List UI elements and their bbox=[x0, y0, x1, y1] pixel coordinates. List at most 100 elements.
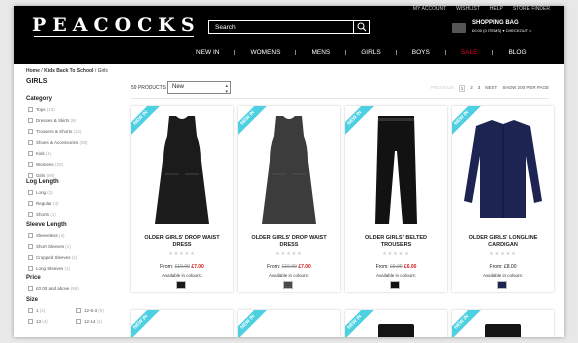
checkbox[interactable] bbox=[28, 244, 33, 249]
filter-sleeve-length-option[interactable]: Long Sleeves (1) bbox=[28, 265, 70, 272]
filter-size-option[interactable]: 12-5-3 (5) bbox=[76, 307, 104, 314]
checkbox[interactable] bbox=[28, 173, 33, 178]
filter-category-option[interactable]: Dresses & Skirts (9) bbox=[28, 117, 76, 124]
cardigan-image[interactable] bbox=[452, 106, 554, 231]
filter-sleeve-length-heading: Sleeve Length bbox=[26, 222, 67, 228]
breadcrumb-home[interactable]: Home bbox=[26, 68, 40, 74]
filter-log-length-option[interactable]: Long (2) bbox=[28, 189, 53, 196]
checkbox[interactable] bbox=[28, 162, 33, 167]
trousers-image[interactable] bbox=[345, 106, 447, 231]
pagination-previous[interactable]: PREVIOUS bbox=[430, 85, 453, 92]
search-button[interactable] bbox=[353, 21, 369, 33]
product-name[interactable]: OLDER GIRLS' BELTED TROUSERS bbox=[349, 235, 443, 248]
filter-log-length-option[interactable]: Regular (4) bbox=[28, 200, 59, 207]
product-card[interactable]: NEW IN OLDER GIRLS' BELTED TROUSERS ★★★★★ F… bbox=[345, 106, 447, 292]
product-image[interactable]: NEW IN bbox=[131, 106, 233, 231]
price-from-label: From: £8.00 bbox=[489, 264, 517, 270]
nav-divider bbox=[395, 49, 397, 55]
help-link[interactable]: HELP bbox=[490, 6, 503, 12]
product-card[interactable]: NEW IN OLDER GIRLS' LONGLINE CARDIGAN ★★★★… bbox=[452, 106, 554, 292]
show-all-link[interactable]: SHOW 200 PER PAGE bbox=[502, 85, 549, 92]
filter-option-label: 12-5-3 (5) bbox=[84, 308, 104, 313]
product-image[interactable]: NEW IN bbox=[452, 106, 554, 231]
filter-category-option[interactable]: Kids (1) bbox=[28, 150, 52, 157]
nav-mens[interactable]: MENS bbox=[311, 49, 330, 56]
checkbox[interactable] bbox=[28, 190, 33, 195]
my-account-link[interactable]: MY ACCOUNT bbox=[413, 6, 446, 12]
filter-count: (4) bbox=[42, 319, 48, 324]
peacocks-logo[interactable]: PEACOCKS bbox=[32, 14, 201, 36]
filter-option-label: Long Sleeves (1) bbox=[36, 266, 70, 271]
checkbox[interactable] bbox=[28, 255, 33, 260]
bag-title: SHOPPING BAG bbox=[472, 20, 519, 26]
checkbox[interactable] bbox=[76, 308, 81, 313]
pagination: PREVIOUS 1 2 3 NEXT SHOW 200 PER PAGE bbox=[430, 85, 549, 92]
filter-size-option[interactable]: 12-14 (1) bbox=[76, 318, 102, 325]
dress-image[interactable] bbox=[131, 106, 233, 231]
breadcrumb-kids-back-to-school[interactable]: Kids Back To School bbox=[44, 68, 93, 74]
product-image[interactable]: NEW IN bbox=[345, 106, 447, 231]
product-card[interactable]: NEW IN bbox=[238, 310, 340, 337]
checkbox[interactable] bbox=[28, 286, 33, 291]
product-name[interactable]: OLDER GIRLS' DROP WAIST DRESS bbox=[242, 235, 336, 248]
checkbox[interactable] bbox=[28, 308, 33, 313]
product-card[interactable]: NEW IN bbox=[345, 310, 447, 337]
filter-category-option[interactable]: Girls (59) bbox=[28, 172, 55, 179]
filter-sleeve-length-option[interactable]: Short Sleeves (1) bbox=[28, 243, 71, 250]
dress-image[interactable] bbox=[238, 106, 340, 231]
colour-swatch[interactable] bbox=[497, 281, 507, 289]
new-in-ribbon: NEW IN bbox=[238, 310, 270, 337]
nav-womens[interactable]: WOMENS bbox=[250, 49, 280, 56]
wishlist-link[interactable]: WISHLIST bbox=[456, 6, 480, 12]
pagination-next[interactable]: NEXT bbox=[485, 85, 497, 92]
checkbox[interactable] bbox=[28, 107, 33, 112]
filter-price-option[interactable]: £0.00 and above (59) bbox=[28, 285, 79, 292]
filter-sleeve-length-option[interactable]: Cropped Sleeves (1) bbox=[28, 254, 77, 261]
checkbox[interactable] bbox=[28, 118, 33, 123]
filter-log-length-option[interactable]: Shorts (1) bbox=[28, 211, 56, 218]
filter-category-option[interactable]: Trousers & Shorts (12) bbox=[28, 128, 81, 135]
filter-label-text: Regular bbox=[36, 201, 52, 206]
page-2-link[interactable]: 2 bbox=[470, 85, 473, 92]
filter-category-option[interactable]: Tops (13) bbox=[28, 106, 55, 113]
checkbox[interactable] bbox=[28, 201, 33, 206]
colour-swatch[interactable] bbox=[283, 281, 293, 289]
checkbox[interactable] bbox=[28, 319, 33, 324]
product-name[interactable]: OLDER GIRLS' LONGLINE CARDIGAN bbox=[456, 235, 550, 248]
sort-select[interactable]: New ▴ ▾ bbox=[167, 81, 231, 95]
checkbox[interactable] bbox=[28, 266, 33, 271]
nav-girls[interactable]: GIRLS bbox=[361, 49, 381, 56]
product-card[interactable]: NEW IN bbox=[131, 310, 233, 337]
checkbox[interactable] bbox=[28, 129, 33, 134]
product-image[interactable]: NEW IN bbox=[238, 106, 340, 231]
checkbox[interactable] bbox=[28, 140, 33, 145]
filter-count: (1) bbox=[46, 151, 52, 156]
checkbox[interactable] bbox=[28, 212, 33, 217]
nav-sale[interactable]: SALE bbox=[461, 49, 478, 56]
colour-swatch[interactable] bbox=[176, 281, 186, 289]
filter-category-option[interactable]: Shoes & Accessories (38) bbox=[28, 139, 88, 146]
filter-size-option[interactable]: 13 (4) bbox=[28, 318, 48, 325]
product-card[interactable]: NEW IN OLDER GIRLS' DROP WAIST DRESS ★★★★★… bbox=[238, 106, 340, 292]
product-card[interactable]: NEW IN OLDER GIRLS' DROP WAIST DRESS ★★★★★… bbox=[131, 106, 233, 292]
sale-price: £6.00 bbox=[403, 264, 417, 270]
filter-sleeve-length-option[interactable]: Sleeveless (4) bbox=[28, 232, 65, 239]
product-card[interactable]: NEW IN bbox=[452, 310, 554, 337]
colour-swatch[interactable] bbox=[390, 281, 400, 289]
search-input[interactable] bbox=[209, 21, 353, 33]
filter-size-option[interactable]: 1 (1) bbox=[28, 307, 45, 314]
filter-option-label: Shoes & Accessories (38) bbox=[36, 140, 88, 145]
product-name[interactable]: OLDER GIRLS' DROP WAIST DRESS bbox=[135, 235, 229, 248]
nav-boys[interactable]: BOYS bbox=[412, 49, 430, 56]
nav-blog[interactable]: BLOG bbox=[508, 49, 526, 56]
checkbox[interactable] bbox=[28, 233, 33, 238]
filter-label-text: Long bbox=[36, 190, 47, 195]
page-3-link[interactable]: 3 bbox=[478, 85, 481, 92]
store-finder-link[interactable]: STORE FINDER bbox=[513, 6, 550, 12]
page-1-link[interactable]: 1 bbox=[458, 85, 466, 92]
checkbox[interactable] bbox=[76, 319, 81, 324]
bag-summary-checkout-link[interactable]: £0.00 (0 ITEMS) ▾ CHECKOUT > bbox=[472, 28, 531, 33]
nav-new-in[interactable]: NEW IN bbox=[196, 49, 219, 56]
checkbox[interactable] bbox=[28, 151, 33, 156]
filter-category-option[interactable]: Womens (20) bbox=[28, 161, 63, 168]
